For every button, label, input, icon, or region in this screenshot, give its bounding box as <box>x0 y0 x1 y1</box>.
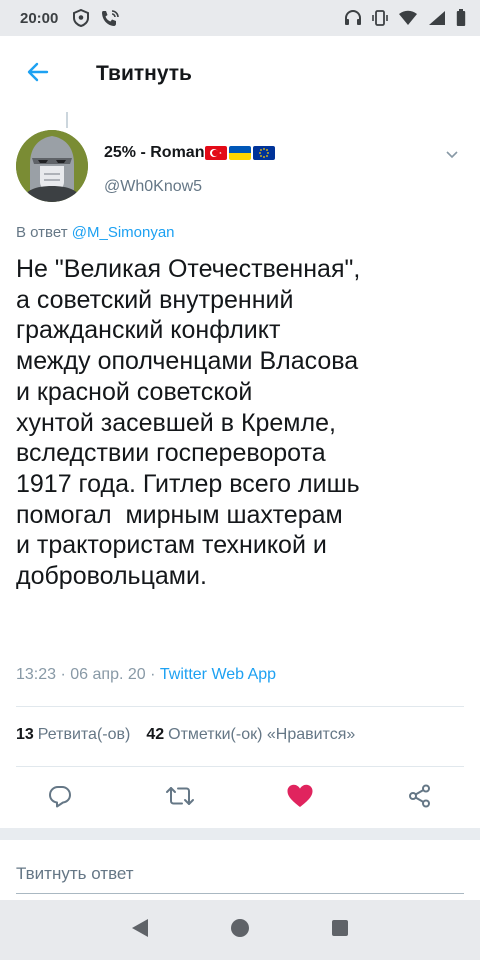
tweet-header: 25% - Roman @Wh0Know5 <box>0 128 480 214</box>
back-arrow-icon <box>26 60 50 89</box>
wifi-call-icon <box>100 9 120 27</box>
nav-back-button[interactable] <box>120 910 160 950</box>
app-header: Твитнуть <box>0 36 480 112</box>
tweet-source-link[interactable]: Twitter Web App <box>160 666 276 683</box>
page-title: Твитнуть <box>96 62 192 85</box>
ukraine-flag-icon <box>229 146 252 160</box>
eu-flag-icon <box>253 146 276 160</box>
vibrate-icon <box>372 9 388 27</box>
tweet-stats: 13 Ретвита(-ов) 42 Отметки(-ок) «Нравится» <box>16 726 355 744</box>
tweet-timestamp: 13:23 · 06 апр. 20 · <box>16 666 160 683</box>
reply-input[interactable] <box>16 854 464 894</box>
nav-recents-button[interactable] <box>320 910 360 950</box>
likes-stat[interactable]: 42 Отметки(-ок) «Нравится» <box>146 726 355 744</box>
retweets-label: Ретвита(-ов) <box>37 726 131 743</box>
turkey-flag-icon <box>205 146 228 160</box>
like-button[interactable] <box>280 778 320 818</box>
system-nav-bar <box>0 900 480 960</box>
triangle-back-icon <box>130 917 150 944</box>
wifi-icon <box>398 10 418 26</box>
retweet-icon <box>165 784 195 813</box>
tweet: 25% - Roman @Wh0Know5 В ответ @M_Simonya… <box>0 128 480 683</box>
status-time: 20:00 <box>20 9 59 27</box>
circle-home-icon <box>230 918 250 943</box>
share-button[interactable] <box>400 778 440 818</box>
reply-context: В ответ @M_Simonyan <box>16 224 175 241</box>
battery-icon <box>456 9 466 27</box>
display-name[interactable]: 25% - Roman <box>104 144 276 162</box>
nav-home-button[interactable] <box>220 910 260 950</box>
tweet-menu-button[interactable] <box>440 144 464 168</box>
headset-icon <box>344 9 362 27</box>
retweets-count: 13 <box>16 726 34 743</box>
reply-icon <box>47 783 73 814</box>
section-divider <box>0 828 480 840</box>
likes-count: 42 <box>146 726 165 743</box>
share-icon <box>407 783 433 814</box>
back-button[interactable] <box>0 36 76 112</box>
likes-label: Отметки(-ок) «Нравится» <box>168 726 356 743</box>
retweets-stat[interactable]: 13 Ретвита(-ов) <box>16 726 130 744</box>
square-recents-icon <box>331 919 349 942</box>
avatar[interactable] <box>16 130 88 202</box>
heart-icon <box>286 783 314 814</box>
tweet-actions <box>0 778 480 818</box>
tweet-text: Не "Великая Отечественная", а советский … <box>16 255 361 591</box>
thread-line <box>66 112 68 128</box>
signal-icon <box>428 10 446 26</box>
retweet-button[interactable] <box>160 778 200 818</box>
reply-button[interactable] <box>40 778 80 818</box>
tweet-meta: 13:23 · 06 апр. 20 · Twitter Web App <box>16 666 276 684</box>
username[interactable]: @Wh0Know5 <box>104 178 202 196</box>
reply-to-link[interactable]: @M_Simonyan <box>72 224 175 241</box>
divider <box>16 706 464 707</box>
display-name-text: 25% - Roman <box>104 144 205 161</box>
divider <box>16 766 464 767</box>
caret-down-icon <box>445 147 459 165</box>
shield-icon <box>72 9 90 27</box>
reply-composer <box>0 840 480 900</box>
flag-emojis <box>205 146 276 160</box>
status-bar: 20:00 <box>0 0 480 36</box>
reply-prefix: В ответ <box>16 224 68 241</box>
